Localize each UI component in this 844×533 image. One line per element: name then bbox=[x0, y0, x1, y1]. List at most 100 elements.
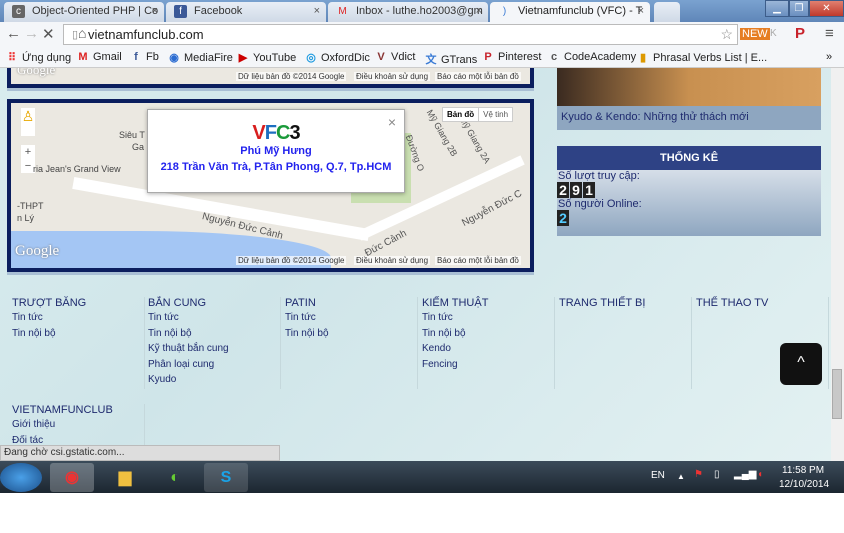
bookmark-codeacademy[interactable]: c CodeAcademy bbox=[548, 51, 636, 63]
action-center-icon[interactable]: ⚑ bbox=[694, 469, 703, 480]
explorer-taskbar-icon[interactable]: ▆ bbox=[103, 463, 147, 492]
visits-digit: 1 bbox=[583, 182, 595, 198]
bookmark-label: Gmail bbox=[93, 51, 122, 63]
footer-column-title[interactable]: VIETNAMFUNCLUB bbox=[12, 404, 144, 416]
kippt-icon[interactable]: K bbox=[770, 28, 777, 39]
footer-link[interactable]: Kỹ thuật bắn cung bbox=[148, 343, 280, 359]
clock-time[interactable]: 11:58 PM bbox=[782, 465, 824, 476]
address-bar[interactable]: ▯ vietnamfunclub.com ☆ bbox=[63, 24, 738, 45]
tab-vietnamfunclub[interactable]: ) Vietnamfunclub (VFC) - T × bbox=[490, 2, 650, 22]
map-report-link[interactable]: Báo cáo một lỗi bản đồ bbox=[435, 72, 521, 81]
show-hidden-icons[interactable]: ▲ bbox=[677, 472, 685, 481]
pinterest-icon[interactable]: P bbox=[795, 25, 805, 42]
tab-object-oriented-php[interactable]: c Object-Oriented PHP | Co × bbox=[4, 2, 164, 22]
network-icon[interactable]: ▂▄▆ bbox=[734, 469, 756, 480]
clock-date[interactable]: 12/10/2014 bbox=[779, 479, 829, 490]
back-icon[interactable]: ← bbox=[6, 25, 21, 42]
bookmark-label: Phrasal Verbs List | E... bbox=[653, 52, 768, 64]
bookmarks-more-button[interactable]: » bbox=[826, 51, 832, 63]
language-indicator[interactable]: EN bbox=[651, 470, 665, 481]
location-address: 218 Trần Văn Trà, P.Tân Phong, Q.7, Tp.H… bbox=[160, 161, 392, 173]
footer-link[interactable]: Kendo bbox=[422, 343, 554, 359]
bookmark-gmail[interactable]: M Gmail bbox=[77, 51, 122, 63]
footer-column-title[interactable]: BẮN CUNG bbox=[148, 297, 280, 309]
bookmark-gtrans[interactable]: 文 GTrans bbox=[425, 51, 478, 67]
close-icon[interactable]: × bbox=[638, 5, 644, 17]
translate-icon: 文 bbox=[425, 54, 437, 66]
chrome-taskbar-icon[interactable]: ◉ bbox=[50, 463, 94, 492]
visits-digit: 2 bbox=[557, 182, 569, 198]
map-terms-link[interactable]: Điều khoản sử dụng bbox=[354, 256, 431, 265]
scrollbar-thumb[interactable] bbox=[832, 369, 842, 419]
maximize-button[interactable]: ❐ bbox=[789, 0, 809, 17]
tab-bar: c Object-Oriented PHP | Co × f Facebook × MI… bbox=[0, 0, 844, 22]
footer-link[interactable]: Tin tức bbox=[422, 312, 554, 328]
close-icon[interactable]: × bbox=[476, 5, 482, 17]
volume-icon[interactable]: ◖ bbox=[757, 469, 763, 480]
bookmark-phrasal-verbs[interactable]: ▮ Phrasal Verbs List | E... bbox=[637, 51, 767, 64]
map[interactable]: ♙ + − Siêu T Ga ria Jean's Grand View -TH… bbox=[7, 99, 534, 272]
footer-link[interactable]: Kyudo bbox=[148, 374, 280, 390]
close-icon[interactable]: × bbox=[152, 5, 158, 17]
footer-link[interactable]: Tin tức bbox=[148, 312, 280, 328]
home-icon[interactable]: ⌂ bbox=[78, 25, 86, 41]
footer-column-title[interactable]: PATIN bbox=[285, 297, 417, 309]
skype-taskbar-icon[interactable]: S bbox=[204, 463, 248, 492]
tab-inbox[interactable]: M Inbox - luthe.ho2003@gm × bbox=[328, 2, 488, 22]
map-label: Mỹ Giang 2A bbox=[457, 114, 493, 166]
close-window-button[interactable]: ✕ bbox=[809, 0, 844, 17]
footer-column-title[interactable]: KIẾM THUẬT bbox=[422, 297, 554, 309]
footer-link[interactable]: Tin tức bbox=[12, 312, 144, 328]
map-terms-link[interactable]: Điều khoản sử dụng bbox=[354, 72, 431, 81]
map-attribution: Dữ liệu bản đồ ©2014 Google bbox=[236, 256, 347, 265]
bookmark-vdict[interactable]: V Vdict bbox=[375, 51, 415, 63]
bookmark-oxforddic[interactable]: ◎ OxfordDic bbox=[305, 51, 370, 64]
map-container: ♙ + − Siêu T Ga ria Jean's Grand View -TH… bbox=[7, 99, 534, 275]
forward-icon[interactable]: → bbox=[24, 25, 39, 42]
close-icon[interactable]: × bbox=[314, 5, 320, 17]
footer-link[interactable]: Phân loại cung bbox=[148, 359, 280, 375]
bookmarks-bar: ⠿ Ứng dụng M Gmail f Fb ◉ MediaFire ▶ YouTube… bbox=[0, 47, 844, 68]
map-report-link[interactable]: Báo cáo một lỗi bản đồ bbox=[435, 256, 521, 265]
new-tab-button[interactable] bbox=[654, 2, 680, 22]
footer-column-title[interactable]: THỂ THAO TV bbox=[696, 297, 828, 309]
map-type-satellite-button[interactable]: Vệ tinh bbox=[478, 108, 512, 121]
star-icon[interactable]: ☆ bbox=[720, 26, 733, 43]
power-icon[interactable]: ▯ bbox=[714, 469, 720, 480]
minimize-button[interactable]: ▁ bbox=[765, 0, 789, 17]
back-to-top-button[interactable]: ^ bbox=[780, 343, 822, 385]
coccoc-taskbar-icon[interactable]: ◐ bbox=[153, 463, 197, 492]
footer-link[interactable]: Tin nội bộ bbox=[285, 328, 417, 344]
new-extension-icon[interactable]: NEW bbox=[740, 28, 770, 40]
taskbar: ◉ ▆ ◐ S EN ▲ ⚑ ▯ ▂▄▆ ◖ 11:58 PM 12/10/20… bbox=[0, 461, 844, 493]
gmail-icon: M bbox=[78, 51, 88, 63]
footer-link[interactable]: Giới thiệu bbox=[12, 419, 144, 435]
footer-link[interactable]: Tin nội bộ bbox=[12, 328, 144, 344]
start-button[interactable] bbox=[0, 463, 42, 492]
footer-column: TRƯỢT BĂNG Tin tức Tin nội bộ bbox=[8, 297, 145, 389]
gmail-icon: M bbox=[338, 6, 347, 17]
bookmark-pinterest[interactable]: P Pinterest bbox=[482, 51, 541, 63]
tab-facebook[interactable]: f Facebook × bbox=[166, 2, 326, 22]
footer-link[interactable]: Tin nội bộ bbox=[148, 328, 280, 344]
map-top[interactable]: Google Dữ liệu bản đồ ©2014 Google Điều … bbox=[7, 68, 534, 88]
zoom-in-button[interactable]: + bbox=[21, 145, 35, 159]
kendo-article-image[interactable] bbox=[557, 68, 821, 106]
bookmark-label: OxfordDic bbox=[321, 52, 370, 64]
map-info-window: × VFC3 Phú Mỹ Hưng 218 Trần Văn Trà, P.T… bbox=[147, 109, 405, 193]
footer-column-title[interactable]: TRƯỢT BĂNG bbox=[12, 297, 144, 309]
stop-icon[interactable]: ✕ bbox=[42, 25, 55, 43]
close-icon[interactable]: × bbox=[388, 114, 396, 130]
bookmark-youtube[interactable]: ▶ YouTube bbox=[237, 51, 296, 64]
pegman-icon[interactable]: ♙ bbox=[21, 108, 35, 136]
footer-column-title[interactable]: TRANG THIẾT BỊ bbox=[559, 297, 691, 309]
map-type-map-button[interactable]: Bản đồ bbox=[443, 108, 478, 121]
bookmark-mediafire[interactable]: ◉ MediaFire bbox=[168, 51, 233, 64]
footer-link[interactable]: Tin tức bbox=[285, 312, 417, 328]
bookmark-fb[interactable]: f Fb bbox=[130, 51, 159, 63]
bookmark-apps[interactable]: ⠿ Ứng dụng bbox=[6, 51, 71, 64]
footer-link[interactable]: Fencing bbox=[422, 359, 554, 375]
article-link[interactable]: Kyudo & Kendo: Những thử thách mới bbox=[557, 106, 821, 130]
menu-icon[interactable]: ≡ bbox=[825, 25, 834, 42]
footer-link[interactable]: Tin nội bộ bbox=[422, 328, 554, 344]
